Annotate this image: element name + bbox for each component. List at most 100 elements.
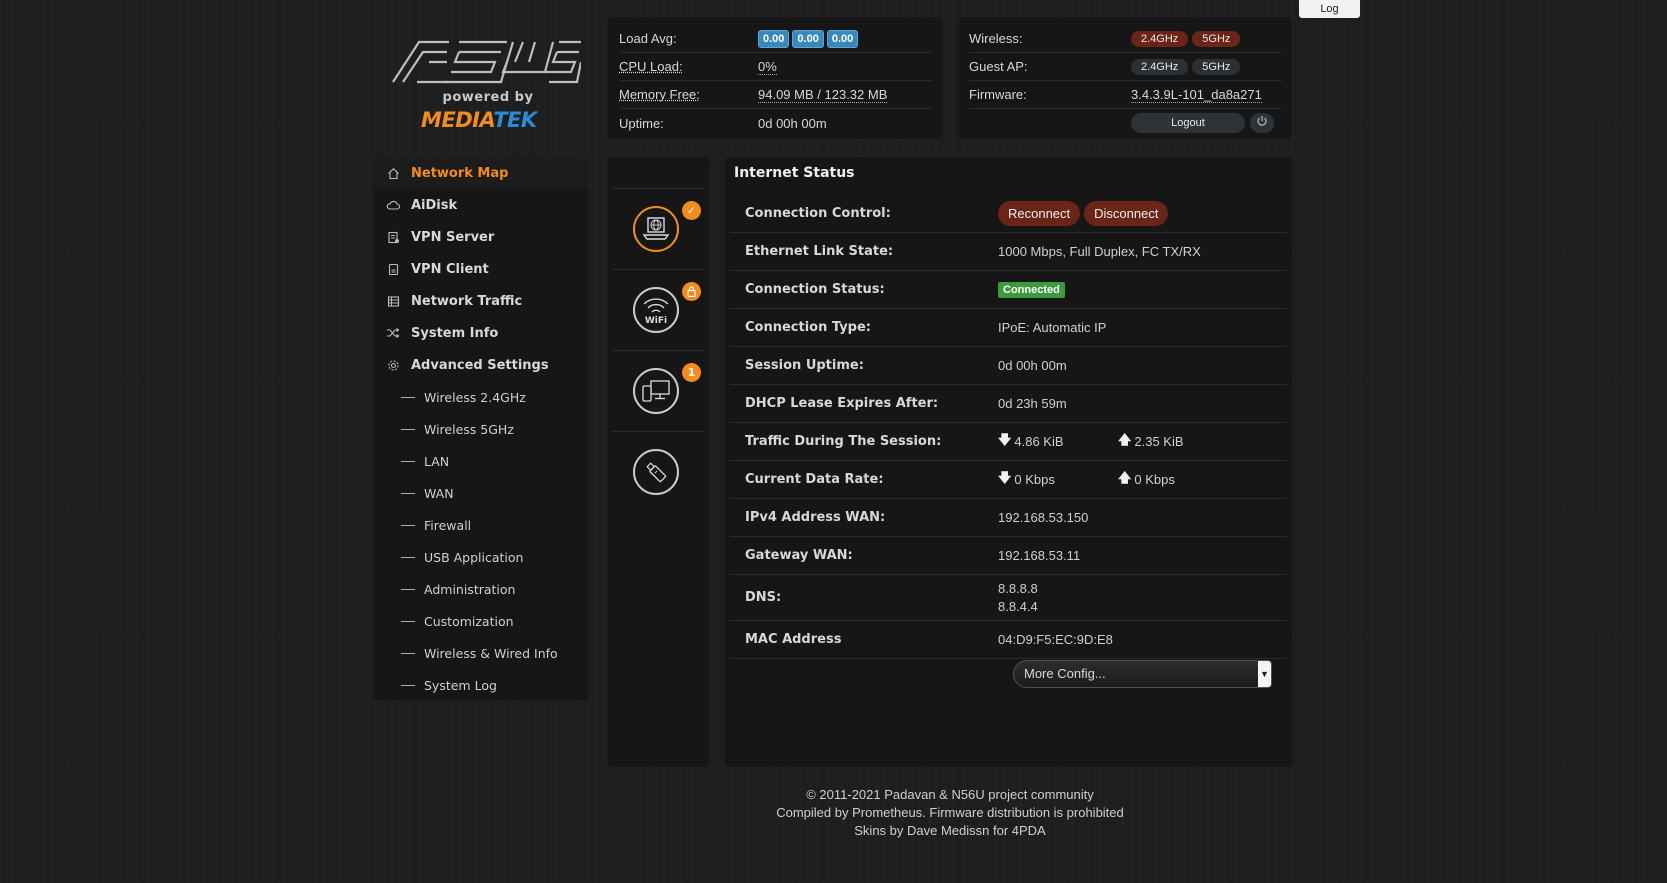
gateway-wan-value: 192.168.53.11 (998, 548, 1081, 563)
dhcp-lease-value: 0d 23h 59m (998, 396, 1067, 411)
sidebar-subitem-label: Firewall (424, 517, 472, 533)
dns-row: DNS: 8.8.8.8 8.8.4.4 (730, 575, 1287, 621)
sidebar-item-aidisk[interactable]: AiDisk (373, 189, 589, 221)
sidebar-subitem-wireless-5[interactable]: Wireless 5GHz (373, 413, 589, 445)
sidebar: Network Map AiDisk VPN Server VPN Client… (373, 157, 589, 701)
load-avg-15: 0.00 (826, 29, 859, 48)
sidebar-subitem-label: Administration (424, 581, 516, 597)
shuffle-icon (385, 325, 401, 341)
connection-control-row: Connection Control: Reconnect Disconnect (730, 195, 1287, 233)
sidebar-item-vpn-client[interactable]: VPN Client (373, 253, 589, 285)
sidebar-item-network-map[interactable]: Network Map (373, 157, 589, 189)
ipv4-wan-value: 192.168.53.150 (998, 510, 1089, 525)
firmware-value[interactable]: 3.4.3.9L-101_da8a271 (1131, 87, 1262, 103)
rate-down-value: 0 Kbps (1014, 472, 1055, 487)
wireless-24-badge[interactable]: 2.4GHz (1131, 30, 1189, 47)
clients-status-tile[interactable]: 1 (612, 350, 704, 431)
gateway-wan-label: Gateway WAN: (745, 548, 853, 563)
reconnect-button[interactable]: Reconnect (998, 201, 1081, 226)
logout-button[interactable]: Logout (1131, 113, 1245, 133)
data-rate-label: Current Data Rate: (745, 472, 884, 487)
wireless-5-badge[interactable]: 5GHz (1192, 30, 1241, 47)
ethernet-link-value: 1000 Mbps, Full Duplex, FC TX/RX (998, 244, 1201, 259)
mediatek-part1: MEDIA (421, 108, 494, 132)
more-config-label: More Config... (1024, 666, 1106, 681)
sidebar-subitem-wireless-wired-info[interactable]: Wireless & Wired Info (373, 637, 589, 669)
sidebar-item-advanced-settings[interactable]: Advanced Settings (373, 349, 589, 381)
load-avg-values: 0.00 0.00 0.00 (758, 29, 861, 48)
memory-free-row[interactable]: Memory Free: 94.09 MB / 123.32 MB (619, 81, 933, 109)
footer-copyright: © 2011-2021 Padavan & N56U project commu… (806, 787, 1094, 802)
status-badge: Connected (998, 281, 1065, 298)
memory-free-value[interactable]: 94.09 MB / 123.32 MB (758, 87, 888, 103)
cpu-load-label[interactable]: CPU Load: (619, 59, 758, 74)
load-avg-5: 0.00 (792, 29, 824, 48)
sidebar-item-vpn-server[interactable]: VPN Server (373, 221, 589, 253)
logout-row: Logout (969, 109, 1282, 137)
sidebar-subitem-administration[interactable]: Administration (373, 573, 589, 605)
session-uptime-value: 0d 00h 00m (998, 358, 1067, 373)
session-uptime-label: Session Uptime: (745, 358, 864, 373)
load-avg-label: Load Avg: (619, 31, 677, 46)
dns-primary: 8.8.8.8 (998, 580, 1038, 596)
sidebar-subitem-label: Wireless 5GHz (424, 421, 514, 437)
connection-status-label: Connection Status: (745, 282, 885, 297)
power-icon (1257, 116, 1267, 126)
sidebar-subitem-wireless-24[interactable]: Wireless 2.4GHz (373, 381, 589, 413)
wifi-status-tile[interactable]: WiFi (612, 269, 704, 350)
usb-status-tile[interactable] (612, 431, 704, 512)
cpu-load-value[interactable]: 0% (758, 59, 777, 75)
uptime-value: 0d 00h 00m (758, 115, 827, 131)
traffic-icon (385, 293, 401, 309)
internet-status-table: Connection Control: Reconnect Disconnect… (730, 195, 1287, 659)
guest-24-badge[interactable]: 2.4GHz (1131, 58, 1189, 75)
footer: © 2011-2021 Padavan & N56U project commu… (600, 786, 1300, 840)
cpu-load-row[interactable]: CPU Load: 0% (619, 53, 933, 81)
memory-free-label[interactable]: Memory Free: (619, 87, 758, 102)
internet-status-tile[interactable]: ✓ (612, 188, 704, 269)
svg-text:WiFi: WiFi (645, 316, 667, 325)
connection-type-row: Connection Type: IPoE: Automatic IP (730, 309, 1287, 347)
log-button[interactable]: Log (1299, 0, 1360, 18)
sidebar-subitem-wan[interactable]: WAN (373, 477, 589, 509)
sidebar-subitem-firewall[interactable]: Firewall (373, 509, 589, 541)
sidebar-item-label: Network Map (411, 165, 509, 181)
sidebar-item-label: Advanced Settings (411, 357, 549, 373)
clients-icon (633, 368, 679, 414)
gear-icon (385, 357, 401, 373)
mac-address-label: MAC Address (745, 632, 842, 647)
footer-skins-credit: Skins by Dave Medissn for 4PDA (854, 823, 1046, 838)
server-icon (385, 229, 401, 245)
power-button[interactable] (1250, 113, 1274, 133)
lock-badge-icon (682, 282, 701, 301)
sidebar-subitem-usb-application[interactable]: USB Application (373, 541, 589, 573)
sidebar-subitem-customization[interactable]: Customization (373, 605, 589, 637)
more-config-dropdown[interactable]: More Config... ▼ (1013, 660, 1272, 688)
guest-5-badge[interactable]: 5GHz (1192, 58, 1241, 75)
sidebar-item-label: AiDisk (411, 197, 458, 213)
sidebar-item-network-traffic[interactable]: Network Traffic (373, 285, 589, 317)
sidebar-subitem-label: Wireless & Wired Info (424, 645, 558, 661)
system-status-panel: Load Avg: 0.00 0.00 0.00 CPU Load: 0% Memo… (607, 17, 943, 139)
disconnect-button[interactable]: Disconnect (1084, 201, 1169, 226)
status-icon-column: ✓ WiFi 1 (607, 157, 710, 767)
sidebar-item-system-info[interactable]: System Info (373, 317, 589, 349)
load-avg-row: Load Avg: 0.00 0.00 0.00 (619, 25, 933, 53)
guest-ap-label: Guest AP: (969, 59, 1028, 74)
dns-label: DNS: (745, 590, 782, 605)
dns-secondary: 8.8.4.4 (998, 598, 1038, 614)
internet-status-panel: Internet Status Connection Control: Reco… (724, 157, 1293, 767)
sidebar-subitem-system-log[interactable]: System Log (373, 669, 589, 701)
mediatek-part2: TEK (493, 108, 537, 132)
sidebar-subitem-label: LAN (424, 453, 450, 469)
sidebar-subitem-lan[interactable]: LAN (373, 445, 589, 477)
usb-icon (633, 449, 679, 495)
sidebar-subitem-label: Customization (424, 613, 514, 629)
sidebar-subitem-label: WAN (424, 485, 454, 501)
home-icon (385, 165, 401, 181)
sidebar-subitem-label: USB Application (424, 549, 524, 565)
ipv4-wan-label: IPv4 Address WAN: (745, 510, 886, 525)
sidebar-subitem-label: System Log (424, 677, 497, 693)
sidebar-item-label: VPN Server (411, 229, 495, 245)
traffic-row: Traffic During The Session: 🡇 4.86 KiB 🡅 2… (730, 423, 1287, 461)
